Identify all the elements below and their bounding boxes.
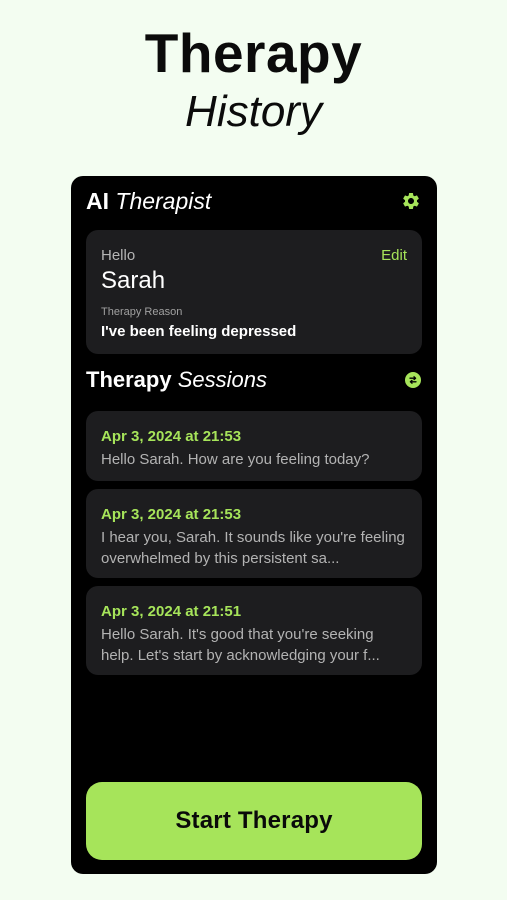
user-name: Sarah: [101, 267, 166, 294]
app-screen: AI Therapist Hello Edit Sarah Therapy Re…: [71, 176, 437, 874]
app-title: AI Therapist: [86, 186, 211, 216]
session-list: Apr 3, 2024 at 21:53 Hello Sarah. How ar…: [86, 411, 422, 683]
session-card[interactable]: Apr 3, 2024 at 21:53 I hear you, Sarah. …: [86, 489, 422, 578]
session-card[interactable]: Apr 3, 2024 at 21:51 Hello Sarah. It's g…: [86, 586, 422, 675]
app-title-strong: AI: [86, 188, 109, 214]
sessions-title-em: Sessions: [177, 367, 267, 392]
session-preview: Hello Sarah. It's good that you're seeki…: [101, 626, 380, 664]
sessions-title: Therapy Sessions: [86, 365, 267, 395]
app-title-em: Therapist: [115, 188, 212, 214]
profile-card: Hello Edit Sarah Therapy Reason I've bee…: [86, 230, 422, 354]
therapy-reason-value: I've been feeling depressed: [101, 323, 297, 340]
start-therapy-button[interactable]: Start Therapy: [86, 782, 422, 860]
refresh-icon[interactable]: [404, 371, 422, 389]
hero-title-line1: Therapy: [144, 22, 363, 84]
hero-title-line2: History: [185, 87, 322, 136]
sessions-header: Therapy Sessions: [86, 365, 422, 395]
session-date: Apr 3, 2024 at 21:53: [101, 428, 242, 445]
hero-heading: Therapy History: [0, 22, 507, 136]
session-card[interactable]: Apr 3, 2024 at 21:53 Hello Sarah. How ar…: [86, 411, 422, 481]
session-date: Apr 3, 2024 at 21:53: [101, 506, 242, 523]
session-preview: I hear you, Sarah. It sounds like you're…: [101, 529, 405, 567]
session-preview: Hello Sarah. How are you feeling today?: [101, 451, 370, 468]
edit-profile-button[interactable]: Edit: [381, 247, 407, 264]
app-header: AI Therapist: [86, 186, 422, 216]
therapy-reason-label: Therapy Reason: [101, 306, 183, 318]
greeting-label: Hello: [101, 247, 136, 264]
gear-icon[interactable]: [400, 190, 422, 212]
session-date: Apr 3, 2024 at 21:51: [101, 603, 242, 620]
sessions-title-strong: Therapy: [86, 367, 172, 392]
